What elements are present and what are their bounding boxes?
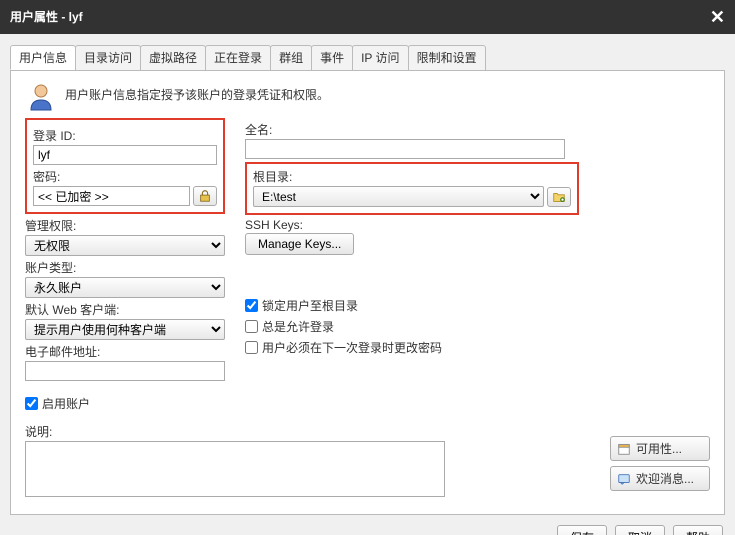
welcome-msg-label: 欢迎消息...: [636, 470, 694, 487]
titlebar: 用户属性 - lyf ✕: [0, 0, 735, 34]
account-type-select[interactable]: 永久账户: [25, 277, 225, 298]
desc-textarea[interactable]: [25, 441, 445, 497]
always-login-checkbox[interactable]: [245, 320, 258, 333]
lock-root-label: 锁定用户至根目录: [262, 297, 358, 314]
cancel-button[interactable]: 取消: [615, 525, 665, 535]
highlight-login-password: 登录 ID: 密码:: [25, 118, 225, 214]
admin-priv-select[interactable]: 无权限: [25, 235, 225, 256]
enable-account-checkbox[interactable]: [25, 397, 38, 410]
default-web-select[interactable]: 提示用户使用何种客户端: [25, 319, 225, 340]
root-label: 根目录:: [253, 168, 571, 185]
sshkeys-label: SSH Keys:: [245, 218, 710, 232]
lock-icon: [198, 189, 212, 203]
footer: 保存 取消 帮助: [0, 515, 735, 535]
lock-root-checkbox[interactable]: [245, 299, 258, 312]
intro-text: 用户账户信息指定授予该账户的登录凭证和权限。: [65, 80, 329, 103]
email-label: 电子邮件地址:: [25, 343, 225, 360]
window-title: 用户属性 - lyf: [10, 0, 83, 34]
tab-ip-access[interactable]: IP 访问: [352, 45, 408, 70]
save-button[interactable]: 保存: [557, 525, 607, 535]
default-web-label: 默认 Web 客户端:: [25, 301, 225, 318]
password-input[interactable]: [33, 186, 190, 206]
force-change-label: 用户必须在下一次登录时更改密码: [262, 339, 442, 356]
tab-groups[interactable]: 群组: [270, 45, 312, 70]
email-input[interactable]: [25, 361, 225, 381]
admin-priv-label: 管理权限:: [25, 217, 225, 234]
tab-logging-in[interactable]: 正在登录: [205, 45, 271, 70]
highlight-root-dir: 根目录: E:\test: [245, 162, 579, 215]
root-select[interactable]: E:\test: [253, 186, 544, 207]
login-id-label: 登录 ID:: [33, 127, 217, 144]
panel-user-info: 用户账户信息指定授予该账户的登录凭证和权限。 登录 ID: 密码:: [10, 70, 725, 515]
availability-label: 可用性...: [636, 440, 682, 457]
desc-label: 说明:: [25, 423, 445, 440]
tab-dir-access[interactable]: 目录访问: [75, 45, 141, 70]
tab-events[interactable]: 事件: [311, 45, 353, 70]
account-type-label: 账户类型:: [25, 259, 225, 276]
welcome-msg-button[interactable]: 欢迎消息...: [610, 466, 710, 491]
message-icon: [617, 472, 631, 486]
tab-limits[interactable]: 限制和设置: [408, 45, 486, 70]
tab-virtual-path[interactable]: 虚拟路径: [140, 45, 206, 70]
tab-user-info[interactable]: 用户信息: [10, 45, 76, 70]
password-lock-button[interactable]: [193, 186, 217, 206]
tab-strip: 用户信息 目录访问 虚拟路径 正在登录 群组 事件 IP 访问 限制和设置: [10, 45, 725, 71]
right-column: 全名: 根目录: E:\test: [245, 118, 710, 416]
fullname-input[interactable]: [245, 139, 565, 159]
help-button[interactable]: 帮助: [673, 525, 723, 535]
folder-icon: [552, 190, 566, 204]
browse-folder-button[interactable]: [547, 187, 571, 207]
fullname-label: 全名:: [245, 121, 710, 138]
left-column: 登录 ID: 密码: 管理权限:: [25, 118, 225, 416]
force-change-checkbox[interactable]: [245, 341, 258, 354]
manage-keys-button[interactable]: Manage Keys...: [245, 233, 354, 255]
login-id-input[interactable]: [33, 145, 217, 165]
always-login-label: 总是允许登录: [262, 318, 334, 335]
close-icon[interactable]: ✕: [710, 0, 725, 34]
calendar-icon: [617, 442, 631, 456]
password-label: 密码:: [33, 168, 217, 185]
enable-account-label: 启用账户: [42, 395, 90, 412]
user-icon: [25, 80, 57, 112]
availability-button[interactable]: 可用性...: [610, 436, 710, 461]
